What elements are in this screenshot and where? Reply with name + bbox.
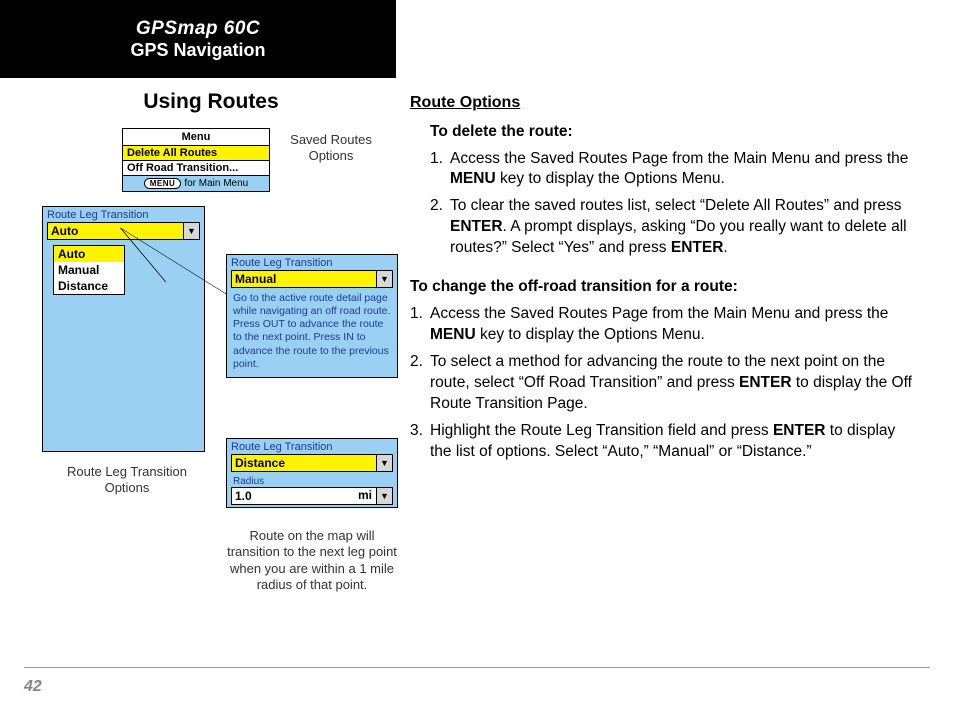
step-text: Access the Saved Routes Page from the Ma… (430, 304, 915, 346)
figure-area: Menu Delete All Routes Off Road Transiti… (36, 128, 386, 648)
saved-routes-options-menu: Menu Delete All Routes Off Road Transiti… (122, 128, 270, 192)
section-subtitle: Using Routes (36, 90, 386, 114)
dropdown-icon[interactable]: ▼ (183, 223, 199, 239)
transition-value: Distance (232, 455, 376, 471)
list-item: 2.To clear the saved routes list, select… (430, 196, 915, 259)
list-item: 2.To select a method for advancing the r… (410, 352, 915, 415)
option-auto[interactable]: Auto (54, 246, 124, 262)
route-leg-transition-auto-panel: Route Leg Transition Auto ▼ Auto Manual … (42, 206, 205, 452)
radius-label: Radius (227, 474, 397, 487)
list-item: 1.Access the Saved Routes Page from the … (430, 149, 915, 191)
delete-route-subheading: To delete the route: (430, 122, 915, 143)
transition-value: Manual (232, 271, 376, 287)
list-item: 1.Access the Saved Routes Page from the … (410, 304, 915, 346)
radius-unit: mi (358, 488, 376, 504)
menu-item-off-road-transition[interactable]: Off Road Transition... (123, 160, 269, 175)
header-model: GPSmap 60C (0, 18, 396, 40)
list-item: 3.Highlight the Route Leg Transition fie… (410, 421, 915, 463)
transition-field-manual[interactable]: Manual ▼ (231, 270, 393, 288)
manual-description: Go to the active route detail page while… (227, 290, 397, 377)
transition-field-distance[interactable]: Distance ▼ (231, 454, 393, 472)
options-menu-footer-text: for Main Menu (184, 178, 248, 189)
callout-saved-routes: Saved Routes Options (276, 132, 386, 165)
options-menu-footer: MENUfor Main Menu (123, 175, 269, 191)
transition-option-list: Auto Manual Distance (53, 245, 125, 295)
step-text: Access the Saved Routes Page from the Ma… (450, 149, 915, 191)
option-manual[interactable]: Manual (54, 262, 124, 278)
dropdown-icon[interactable]: ▼ (376, 455, 392, 471)
panel-title: Route Leg Transition (227, 255, 397, 270)
header-band: GPSmap 60C GPS Navigation (0, 0, 396, 78)
header-section: GPS Navigation (0, 40, 396, 61)
route-leg-transition-distance-panel: Route Leg Transition Distance ▼ Radius 1… (226, 438, 398, 508)
dropdown-icon[interactable]: ▼ (376, 271, 392, 287)
step-text: Highlight the Route Leg Transition field… (430, 421, 915, 463)
step-text: To clear the saved routes list, select “… (450, 196, 915, 259)
radius-value: 1.0 (232, 488, 358, 504)
route-leg-transition-manual-panel: Route Leg Transition Manual ▼ Go to the … (226, 254, 398, 378)
footer-rule (24, 667, 930, 668)
page-number: 42 (24, 678, 42, 696)
change-transition-subheading: To change the off-road transition for a … (410, 277, 915, 298)
route-options-heading: Route Options (410, 92, 915, 114)
panel-title: Route Leg Transition (227, 439, 397, 454)
step-text: To select a method for advancing the rou… (430, 352, 915, 415)
radius-field[interactable]: 1.0 mi ▼ (231, 487, 393, 505)
transition-value: Auto (48, 223, 183, 239)
left-column: Using Routes Menu Delete All Routes Off … (36, 90, 386, 648)
callout-radius-explanation: Route on the map will transition to the … (222, 528, 402, 593)
change-transition-steps: 1.Access the Saved Routes Page from the … (410, 304, 915, 462)
right-column: Route Options To delete the route: 1.Acc… (410, 92, 915, 481)
menu-item-delete-all-routes[interactable]: Delete All Routes (123, 145, 269, 160)
delete-route-steps: 1.Access the Saved Routes Page from the … (430, 149, 915, 260)
option-distance[interactable]: Distance (54, 278, 124, 294)
panel-title: Route Leg Transition (43, 207, 204, 222)
callout-route-leg-transition-options: Route Leg Transition Options (52, 464, 202, 497)
dropdown-icon[interactable]: ▼ (376, 488, 392, 504)
menu-key-pill: MENU (144, 178, 182, 189)
options-menu-title: Menu (123, 129, 269, 145)
